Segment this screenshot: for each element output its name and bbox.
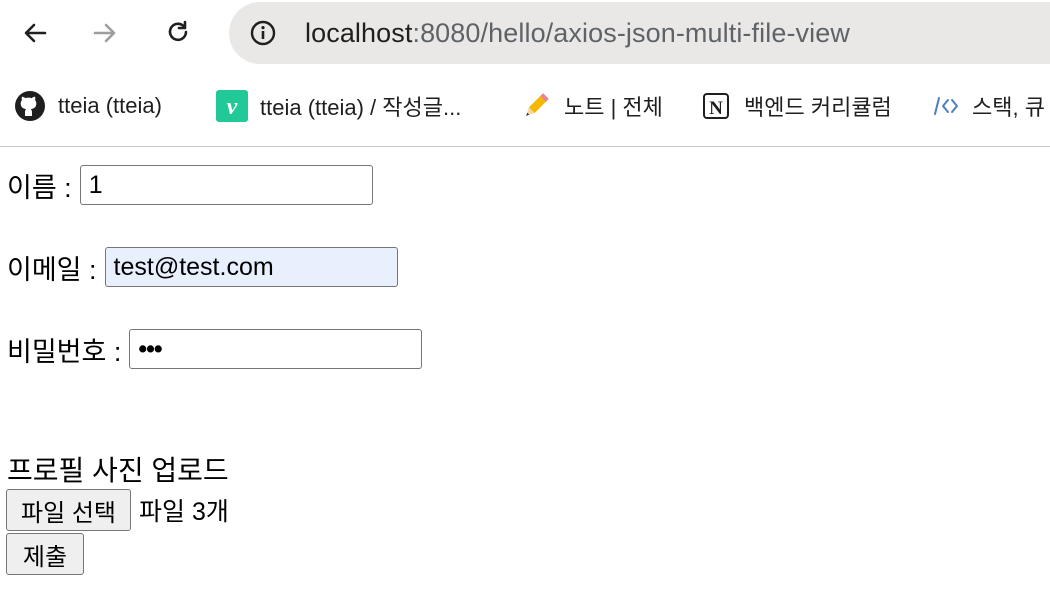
url-text[interactable]: localhost:8080/hello/axios-json-multi-fi… <box>305 18 850 48</box>
code-icon <box>928 90 960 122</box>
email-input[interactable]: test@test.com <box>104 247 398 287</box>
svg-text:v: v <box>227 94 238 120</box>
velog-icon: v <box>216 90 248 122</box>
url-host: localhost <box>305 18 413 48</box>
submit-button[interactable]: 제출 <box>6 533 84 575</box>
bookmark-label: tteia (tteia) / 작성글... <box>260 95 462 120</box>
notion-icon: N <box>700 90 732 122</box>
url-path: :8080/hello/axios-json-multi-file-view <box>412 18 850 48</box>
pencil-icon <box>520 90 552 122</box>
name-input[interactable]: 1 <box>79 165 373 205</box>
bookmark-label: 스택, 큐 <box>972 95 1045 120</box>
file-status-text: 파일 3개 <box>139 498 229 526</box>
site-info-icon[interactable] <box>247 17 279 49</box>
email-label: 이메일 : <box>7 254 97 285</box>
svg-text:N: N <box>709 98 723 119</box>
forward-arrow-icon[interactable] <box>85 13 125 53</box>
bookmark-backend-curriculum[interactable]: N 백엔드 커리큘럼 <box>700 90 892 122</box>
bookmark-label: 백엔드 커리큘럼 <box>744 95 892 120</box>
bookmark-label: 노트 | 전체 <box>564 95 663 120</box>
page-content: 이름 : 1 이메일 : test@test.com 비밀번호 : ••• 프로… <box>0 147 1050 616</box>
password-input[interactable]: ••• <box>129 329 423 369</box>
password-label: 비밀번호 : <box>7 336 122 367</box>
profile-upload-heading: 프로필 사진 업로드 <box>7 455 229 486</box>
bookmark-stack-queue[interactable]: 스택, 큐 <box>928 90 1045 122</box>
bookmark-note[interactable]: 노트 | 전체 <box>520 90 663 122</box>
reload-icon[interactable] <box>158 13 198 53</box>
bookmark-label: tteia (tteia) <box>58 93 162 118</box>
file-select-button[interactable]: 파일 선택 <box>6 489 131 531</box>
bookmark-velog[interactable]: v tteia (tteia) / 작성글... <box>216 90 461 122</box>
address-bar[interactable]: localhost:8080/hello/axios-json-multi-fi… <box>229 2 1050 64</box>
github-icon <box>14 90 46 122</box>
submit-row: 제출 <box>6 533 84 575</box>
bookmark-github[interactable]: tteia (tteia) <box>14 90 162 122</box>
name-row: 이름 : 1 <box>7 165 373 205</box>
back-arrow-icon[interactable] <box>15 13 55 53</box>
name-label: 이름 : <box>7 172 72 203</box>
email-row: 이메일 : test@test.com <box>7 247 398 287</box>
browser-toolbar: localhost:8080/hello/axios-json-multi-fi… <box>0 0 1050 66</box>
file-upload-row: 파일 선택 파일 3개 <box>6 489 229 531</box>
bookmarks-bar: tteia (tteia) v tteia (tteia) / 작성글... 노… <box>0 66 1050 147</box>
password-row: 비밀번호 : ••• <box>7 329 423 369</box>
